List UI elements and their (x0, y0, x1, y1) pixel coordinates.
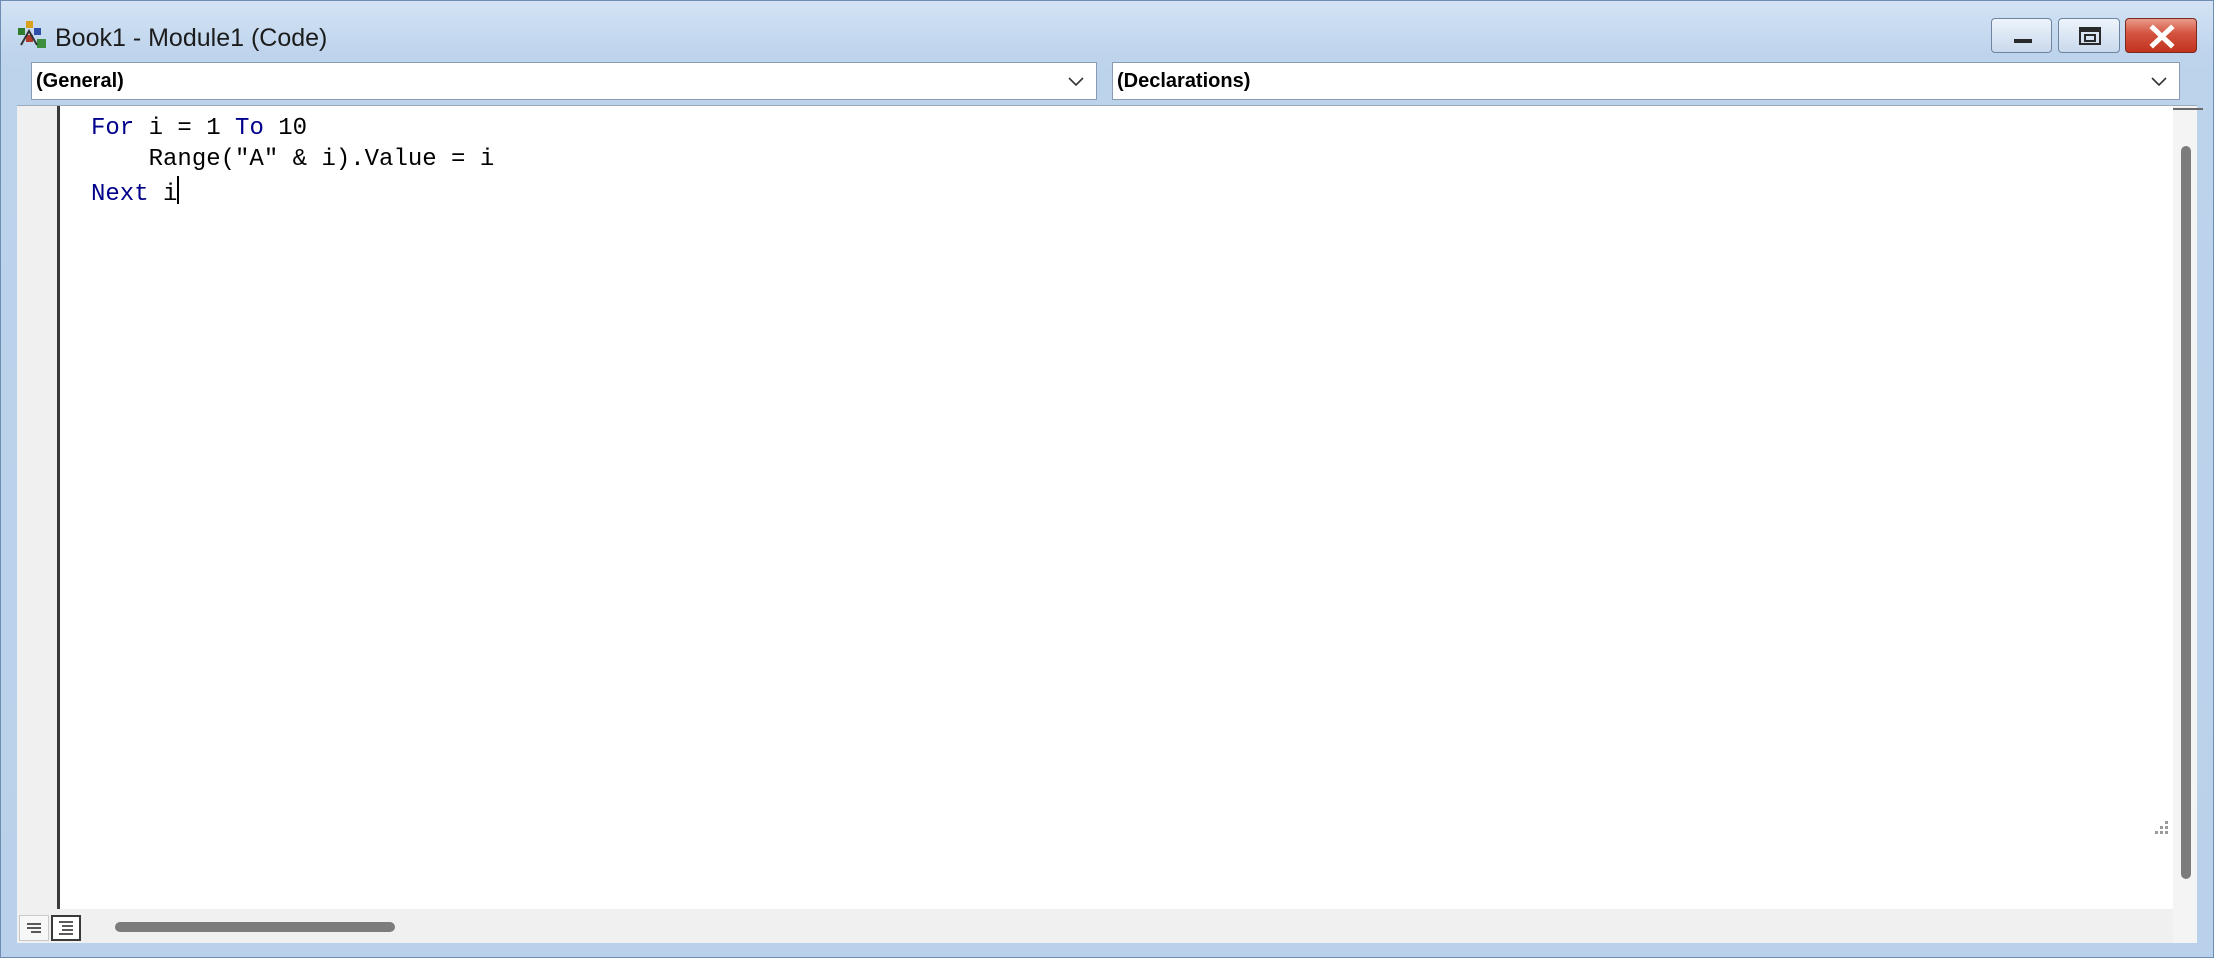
restore-icon (2079, 27, 2101, 45)
code-text: 10 (263, 115, 308, 142)
code-line-1[interactable]: For i = 1 To 10 (91, 114, 307, 144)
keyword-to: To (235, 115, 264, 142)
procedure-combo[interactable]: (Declarations) (1112, 62, 2180, 100)
keyword-next: Next (91, 181, 149, 208)
text-caret (177, 176, 180, 204)
title-bar[interactable]: Book1 - Module1 (Code) (1, 1, 2213, 57)
procedure-view-button[interactable] (19, 915, 49, 941)
minimize-button[interactable] (1991, 18, 2052, 53)
margin-indicator-bar[interactable] (17, 106, 60, 909)
code-editor: For i = 1 To 10 Range("A" & i).Value = i… (17, 105, 2203, 943)
close-icon (2149, 24, 2175, 49)
code-pane[interactable]: For i = 1 To 10 Range("A" & i).Value = i… (60, 106, 2173, 909)
full-module-view-button[interactable] (51, 915, 81, 941)
procedure-view-icon (27, 923, 41, 933)
window-title: Book1 - Module1 (Code) (55, 24, 328, 52)
code-text: Range("A" & i).Value = i (91, 146, 495, 173)
close-button[interactable] (2125, 18, 2197, 53)
horizontal-scrollbar[interactable] (17, 909, 2173, 943)
split-bar[interactable] (2173, 108, 2203, 110)
vertical-scrollbar[interactable] (2173, 106, 2203, 943)
code-text: i (148, 181, 178, 208)
minimize-icon (2014, 39, 2032, 43)
code-line-3[interactable]: Next i (91, 176, 180, 208)
object-combo[interactable]: (General) (31, 62, 1097, 100)
chevron-down-icon[interactable] (2149, 73, 2169, 91)
keyword-for: For (91, 115, 135, 142)
object-combo-value: (General) (36, 70, 124, 92)
maximize-button[interactable] (2058, 18, 2120, 53)
vba-module-icon (18, 21, 46, 48)
horizontal-scroll-thumb[interactable] (115, 922, 395, 932)
procedure-combo-value: (Declarations) (1117, 70, 1251, 92)
resize-grip-icon[interactable] (2151, 819, 2171, 837)
code-text: i = 1 (134, 115, 236, 142)
full-module-view-icon (59, 921, 73, 935)
vertical-scroll-thumb[interactable] (2181, 146, 2191, 879)
chevron-down-icon[interactable] (1066, 73, 1086, 91)
vba-code-window: Book1 - Module1 (Code) (General) (Declar… (0, 0, 2214, 958)
code-line-2[interactable]: Range("A" & i).Value = i (91, 145, 495, 175)
